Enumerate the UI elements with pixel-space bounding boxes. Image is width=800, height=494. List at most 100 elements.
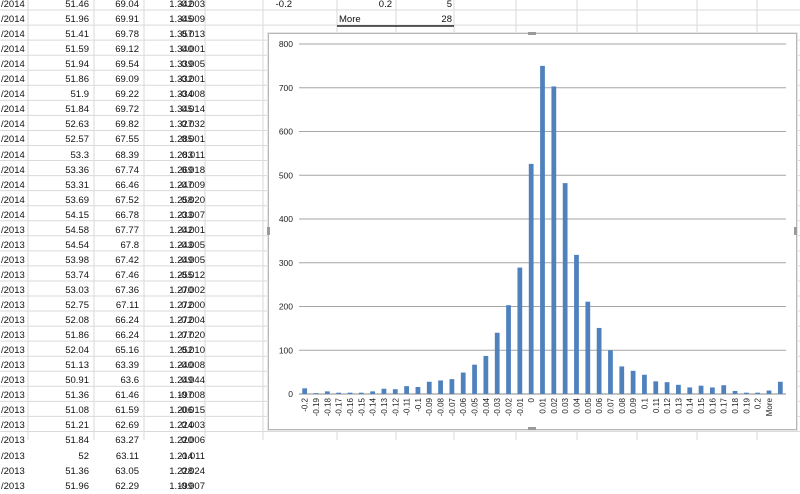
cell[interactable]: 67.11 (84, 298, 139, 313)
cell[interactable]: /2013 (1, 343, 25, 358)
cell[interactable]: 0.020 (150, 328, 205, 343)
cell[interactable]: 51.21 (34, 418, 89, 433)
cell[interactable]: 54.58 (34, 223, 89, 238)
cell[interactable]: /2013 (1, 479, 25, 494)
cell[interactable]: 69.91 (84, 12, 139, 27)
cell[interactable]: 52.63 (34, 117, 89, 132)
cell[interactable]: 51.86 (34, 72, 89, 87)
cell[interactable]: -0.012 (150, 268, 205, 283)
cell[interactable]: 61.59 (84, 403, 139, 418)
cell[interactable]: -0.005 (150, 253, 205, 268)
cell[interactable]: 0.013 (150, 27, 205, 42)
cell[interactable]: More (339, 12, 361, 27)
cell[interactable]: 63.6 (84, 373, 140, 388)
cell[interactable]: 67.74 (84, 163, 139, 178)
cell[interactable]: 52.75 (34, 298, 89, 313)
cell[interactable]: /2014 (1, 0, 25, 12)
cell[interactable]: /2014 (1, 148, 25, 163)
cell[interactable]: /2013 (1, 449, 25, 464)
cell[interactable]: 53.03 (34, 283, 89, 298)
cell[interactable]: 54.15 (34, 208, 89, 223)
cell[interactable]: 50.91 (34, 373, 89, 388)
cell[interactable]: 69.12 (84, 42, 139, 57)
cell[interactable]: /2013 (1, 298, 25, 313)
cell[interactable]: -0.003 (150, 0, 205, 12)
cell[interactable]: 61.46 (84, 388, 139, 403)
cell[interactable]: 0.003 (150, 418, 205, 433)
cell[interactable]: 52.04 (34, 343, 89, 358)
cell[interactable]: 69.82 (84, 117, 139, 132)
cell[interactable]: -0.005 (150, 238, 205, 253)
cell[interactable]: 0.014 (150, 102, 205, 117)
cell[interactable]: 53.74 (34, 268, 89, 283)
cell[interactable]: 53.98 (34, 253, 89, 268)
cell[interactable]: 51.84 (34, 102, 89, 117)
cell[interactable]: -0.008 (150, 388, 205, 403)
cell[interactable]: 69.72 (84, 102, 139, 117)
cell[interactable]: /2013 (1, 464, 25, 479)
cell[interactable]: 0.001 (150, 42, 205, 57)
cell[interactable]: /2013 (1, 253, 25, 268)
cell[interactable]: 0.006 (150, 433, 205, 448)
cell[interactable]: -0.015 (150, 403, 205, 418)
cell[interactable]: 0.011 (150, 148, 205, 163)
cell[interactable]: 0.032 (150, 117, 205, 132)
cell[interactable]: /2014 (1, 193, 25, 208)
cell[interactable]: -0.008 (150, 87, 205, 102)
cell[interactable]: 69.54 (84, 57, 139, 72)
cell[interactable]: 65.16 (84, 343, 139, 358)
cell[interactable]: 51.41 (34, 27, 89, 42)
cell[interactable]: -0.007 (150, 208, 205, 223)
cell[interactable]: /2014 (1, 132, 25, 147)
cell[interactable]: 53.3 (34, 148, 90, 163)
cell[interactable]: 0.018 (150, 163, 205, 178)
cell[interactable]: /2014 (1, 102, 25, 117)
cell[interactable]: /2014 (1, 57, 25, 72)
cell[interactable]: 68.39 (84, 148, 139, 163)
cell[interactable]: 51.36 (34, 388, 89, 403)
cell[interactable]: 69.04 (84, 0, 139, 12)
cell[interactable]: /2013 (1, 223, 25, 238)
cell[interactable]: 51.96 (34, 12, 89, 27)
cell[interactable]: 51.08 (34, 403, 89, 418)
cell[interactable]: 0.024 (150, 464, 205, 479)
cell[interactable]: 62.69 (84, 418, 139, 433)
cell[interactable]: 63.39 (84, 358, 139, 373)
cell[interactable]: 51.13 (34, 358, 89, 373)
cell[interactable]: /2013 (1, 268, 25, 283)
cell[interactable]: 67.46 (84, 268, 139, 283)
cell[interactable]: 53.31 (34, 178, 89, 193)
cell[interactable]: /2013 (1, 313, 25, 328)
cell[interactable]: 0.2 (352, 0, 392, 12)
cell[interactable]: 52 (34, 449, 89, 464)
cell[interactable]: /2013 (1, 238, 25, 253)
chart-resize-handle-left[interactable] (267, 227, 270, 235)
cell[interactable]: 67.55 (84, 132, 139, 147)
cell[interactable]: /2014 (1, 163, 25, 178)
cell[interactable]: 53.36 (34, 163, 89, 178)
chart-resize-handle-top[interactable] (528, 32, 536, 35)
cell[interactable]: 51.36 (34, 464, 89, 479)
cell[interactable]: 51.46 (34, 0, 89, 12)
cell[interactable]: 69.78 (84, 27, 139, 42)
cell[interactable]: 67.8 (84, 238, 140, 253)
cell[interactable]: 53.69 (34, 193, 89, 208)
cell[interactable]: 51.59 (34, 42, 89, 57)
cell[interactable]: 28 (412, 12, 452, 27)
cell[interactable]: -0.001 (150, 223, 205, 238)
cell[interactable]: /2014 (1, 12, 25, 27)
cell[interactable]: /2014 (1, 208, 25, 223)
cell[interactable]: 69.09 (84, 72, 139, 87)
cell[interactable]: 0.044 (150, 373, 205, 388)
cell[interactable]: /2014 (1, 72, 25, 87)
cell[interactable]: 51.86 (34, 328, 89, 343)
cell[interactable]: /2013 (1, 418, 25, 433)
cell[interactable]: -0.009 (150, 12, 205, 27)
cell[interactable]: 52.57 (34, 132, 89, 147)
cell[interactable]: 0.005 (150, 57, 205, 72)
cell[interactable]: /2014 (1, 42, 25, 57)
cell[interactable]: -0.009 (150, 178, 205, 193)
cell[interactable]: 63.11 (84, 449, 139, 464)
cell[interactable]: 67.36 (84, 283, 139, 298)
histogram-chart[interactable]: 0 100 200 300 400 500 600 700 800 -0.2 -0.19 -0.18-… (267, 32, 797, 430)
